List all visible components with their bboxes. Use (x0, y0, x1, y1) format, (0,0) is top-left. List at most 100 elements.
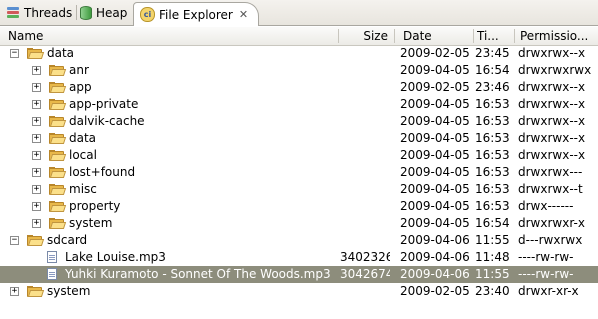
folder-icon (49, 201, 67, 212)
folder-row[interactable]: + data 2009-04-05 16:53 drwxrwx--x (0, 130, 598, 147)
file-size (340, 113, 390, 130)
modified-time: 23:40 (475, 284, 509, 298)
expand-icon[interactable]: + (32, 185, 41, 194)
modified-date: 2009-04-05 (400, 114, 470, 128)
file-size (340, 45, 390, 62)
tab-heap[interactable]: Heap (78, 2, 132, 24)
expand-icon[interactable]: + (32, 100, 41, 109)
tab-file-explorer-label: File Explorer (159, 7, 233, 22)
column-divider[interactable] (338, 29, 339, 43)
table-header: Name Size Date Ti... Permissio... (0, 27, 598, 46)
column-header-name[interactable]: Name (8, 27, 328, 45)
expand-icon[interactable]: + (32, 202, 41, 211)
modified-time: 16:53 (475, 97, 509, 111)
file-row[interactable]: Lake Louise.mp3 3402326 2009-04-06 11:48 ---… (0, 249, 598, 266)
folder-icon (49, 167, 67, 178)
folder-row[interactable]: − sdcard 2009-04-06 11:55 d---rwxrwx (0, 232, 598, 249)
file-size (340, 96, 390, 113)
permissions: drwxrwx--x (518, 46, 586, 60)
modified-time: 16:53 (475, 148, 509, 162)
modified-time: 16:53 (475, 182, 509, 196)
folder-row[interactable]: + misc 2009-04-05 16:53 drwxrwx--t (0, 181, 598, 198)
folder-row[interactable]: + system 2009-02-05 23:40 drwxr-xr-x (0, 283, 598, 300)
tab-file-explorer[interactable]: ci File Explorer ✕ (133, 2, 259, 26)
permissions: ----rw-rw- (518, 267, 574, 281)
folder-row[interactable]: + system 2009-04-05 16:54 drwxrwxr-x (0, 215, 598, 232)
modified-time: 11:55 (475, 233, 509, 247)
file-size (340, 232, 390, 249)
expand-icon[interactable]: + (32, 219, 41, 228)
file-size (340, 283, 390, 300)
modified-date: 2009-04-06 (400, 233, 470, 247)
permissions: drwxrwx--x (518, 97, 586, 111)
folder-name: anr (69, 63, 89, 77)
column-divider[interactable] (394, 29, 395, 43)
tab-threads[interactable]: Threads (2, 2, 74, 24)
folder-name: app-private (69, 97, 139, 111)
expand-icon[interactable]: + (32, 117, 41, 126)
heap-icon (80, 6, 92, 20)
folder-icon (49, 133, 67, 144)
modified-time: 16:53 (475, 199, 509, 213)
folder-name: misc (69, 182, 97, 196)
file-row[interactable]: Yuhki Kuramoto - Sonnet Of The Woods.mp3… (0, 266, 598, 283)
file-explorer-icon: ci (140, 7, 155, 22)
folder-icon (49, 218, 67, 229)
file-size (340, 198, 390, 215)
expand-icon[interactable]: + (32, 134, 41, 143)
expand-icon[interactable]: + (32, 168, 41, 177)
permissions: drwxrwx--- (518, 165, 583, 179)
file-size: 3042674 (340, 267, 390, 281)
modified-time: 16:54 (475, 63, 509, 77)
modified-date: 2009-04-05 (400, 148, 470, 162)
modified-date: 2009-04-05 (400, 131, 470, 145)
folder-name: data (47, 46, 75, 60)
column-header-size[interactable]: Size (340, 27, 388, 45)
collapse-icon[interactable]: − (10, 236, 19, 245)
permissions: drwx------ (518, 199, 574, 213)
expand-icon[interactable]: + (10, 287, 19, 296)
folder-row[interactable]: + lost+found 2009-04-05 16:53 drwxrwx--- (0, 164, 598, 181)
modified-date: 2009-02-05 (400, 284, 470, 298)
modified-time: 23:46 (475, 80, 509, 94)
file-size: 3402326 (340, 250, 390, 264)
folder-row[interactable]: + app-private 2009-04-05 16:53 drwxrwx--x (0, 96, 598, 113)
tab-threads-label: Threads (24, 6, 73, 20)
file-icon (47, 251, 57, 263)
column-divider[interactable] (514, 29, 515, 43)
close-icon[interactable]: ✕ (239, 8, 248, 21)
folder-name: lost+found (69, 165, 136, 179)
expand-icon[interactable]: + (32, 83, 41, 92)
file-tree: − data 2009-02-05 23:45 drwxrwx--x + anr 2009-0… (0, 45, 598, 300)
folder-row[interactable]: + app 2009-02-05 23:46 drwxrwx--x (0, 79, 598, 96)
folder-row[interactable]: + anr 2009-04-05 16:54 drwxrwxrwx (0, 62, 598, 79)
modified-time: 11:55 (475, 267, 509, 281)
folder-row[interactable]: − data 2009-02-05 23:45 drwxrwx--x (0, 45, 598, 62)
expand-icon[interactable]: + (32, 66, 41, 75)
folder-row[interactable]: + local 2009-04-05 16:53 drwxrwx--x (0, 147, 598, 164)
modified-date: 2009-04-05 (400, 216, 470, 230)
folder-row[interactable]: + property 2009-04-05 16:53 drwx------ (0, 198, 598, 215)
folder-icon (49, 116, 67, 127)
collapse-icon[interactable]: − (10, 49, 19, 58)
folder-row[interactable]: + dalvik-cache 2009-04-05 16:53 drwxrwx--x (0, 113, 598, 130)
permissions: drwxrwxr-x (518, 216, 585, 230)
modified-time: 16:54 (475, 216, 509, 230)
threads-icon (6, 6, 20, 20)
modified-date: 2009-02-05 (400, 46, 470, 60)
modified-time: 23:45 (475, 46, 509, 60)
folder-icon (49, 82, 67, 93)
folder-icon (49, 99, 67, 110)
column-header-time[interactable]: Ti... (477, 27, 513, 45)
column-header-permissions[interactable]: Permissio... (520, 27, 598, 45)
tab-divider (76, 5, 77, 20)
modified-date: 2009-04-06 (400, 250, 470, 264)
permissions: drwxrwx--x (518, 148, 586, 162)
expand-icon[interactable]: + (32, 151, 41, 160)
file-size (340, 164, 390, 181)
permissions: ----rw-rw- (518, 250, 574, 264)
modified-date: 2009-04-05 (400, 63, 470, 77)
column-divider[interactable] (473, 29, 474, 43)
column-header-date[interactable]: Date (403, 27, 468, 45)
modified-time: 16:53 (475, 165, 509, 179)
